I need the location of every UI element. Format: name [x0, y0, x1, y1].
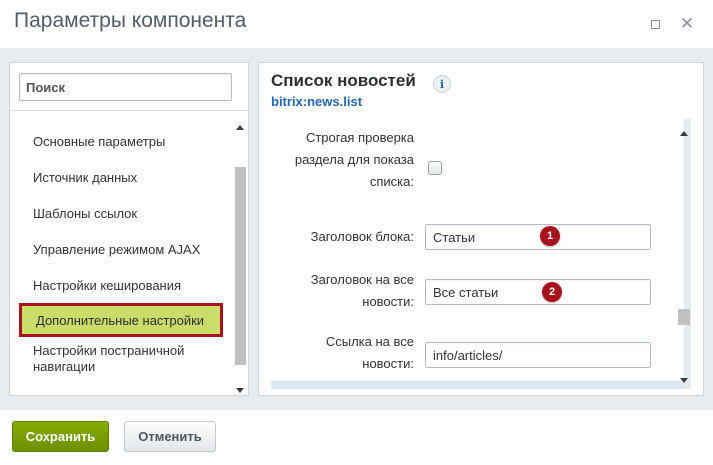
sidebar-item-label: Источник данных	[33, 169, 138, 185]
dialog-body: Основные параметры Источник данных Шабло…	[0, 48, 713, 410]
close-icon[interactable]: ✕	[678, 14, 696, 34]
sections-panel: Основные параметры Источник данных Шабло…	[9, 62, 249, 396]
dialog-footer: Сохранить Отменить	[0, 410, 713, 465]
sidebar-item-ajax-mode[interactable]: Управление режимом AJAX	[10, 231, 235, 267]
params-scrollbar[interactable]	[677, 131, 691, 383]
sidebar-item-pagination-settings[interactable]: Настройки постраничной навигации	[10, 337, 235, 381]
sidebar-item-label: Дополнительные настройки	[36, 312, 205, 328]
all-news-link-label: Ссылка на все новости:	[325, 334, 414, 371]
search-input[interactable]	[19, 73, 232, 101]
dialog-title: Параметры компонента	[14, 9, 247, 32]
scrollbar-thumb[interactable]	[678, 309, 690, 325]
sidebar-item-label: Основные параметры	[33, 133, 166, 149]
scroll-down-arrow-icon[interactable]	[680, 378, 688, 383]
annotation-marker-2: 2	[542, 282, 562, 302]
info-icon[interactable]: i	[433, 75, 451, 93]
annotation-marker-1: 1	[540, 226, 560, 246]
scroll-up-arrow-icon[interactable]	[236, 125, 244, 130]
cancel-button[interactable]: Отменить	[124, 421, 216, 452]
component-name: Список новостей	[271, 71, 416, 90]
sidebar-item-url-templates[interactable]: Шаблоны ссылок	[10, 195, 235, 231]
save-button[interactable]: Сохранить	[12, 421, 109, 452]
sidebar-item-cache-settings[interactable]: Настройки кеширования	[10, 267, 235, 303]
scrollbar-thumb[interactable]	[235, 167, 246, 365]
dialog-titlebar: Параметры компонента ✕	[0, 0, 713, 48]
search-area	[10, 63, 248, 111]
strict-check-label: Строгая проверка раздела для показа спис…	[294, 130, 414, 189]
params-form: Строгая проверка раздела для показа спис…	[271, 119, 684, 381]
params-group-divider	[271, 381, 684, 389]
sections-scrollbar[interactable]	[234, 125, 247, 393]
sidebar-item-label: Настройки кеширования	[33, 277, 182, 293]
all-news-title-label: Заголовок на все новости:	[310, 272, 414, 309]
sidebar-item-additional-settings[interactable]: Дополнительные настройки	[19, 303, 223, 337]
component-code: bitrix:news.list	[271, 94, 363, 109]
maximize-icon[interactable]	[646, 15, 664, 33]
sidebar-item-label: Настройки постраничной навигации	[33, 343, 185, 374]
sidebar-item-main-params[interactable]: Основные параметры	[10, 123, 235, 159]
all-news-title-input[interactable]	[425, 279, 651, 305]
sidebar-item-label: Управление режимом AJAX	[33, 241, 201, 257]
block-title-input[interactable]	[425, 224, 651, 250]
params-scroll-area: Строгая проверка раздела для показа спис…	[271, 119, 691, 389]
sidebar-item-label: Шаблоны ссылок	[33, 205, 138, 221]
scroll-down-arrow-icon[interactable]	[236, 388, 244, 393]
scroll-up-arrow-icon[interactable]	[680, 131, 688, 136]
component-params-panel: Список новостей i bitrix:news.list Строг…	[258, 62, 704, 396]
block-title-label: Заголовок блока:	[310, 229, 414, 244]
strict-check-checkbox[interactable]	[428, 161, 442, 175]
all-news-link-input[interactable]	[425, 342, 651, 368]
sections-list: Основные параметры Источник данных Шабло…	[10, 123, 235, 381]
sidebar-item-data-source[interactable]: Источник данных	[10, 159, 235, 195]
